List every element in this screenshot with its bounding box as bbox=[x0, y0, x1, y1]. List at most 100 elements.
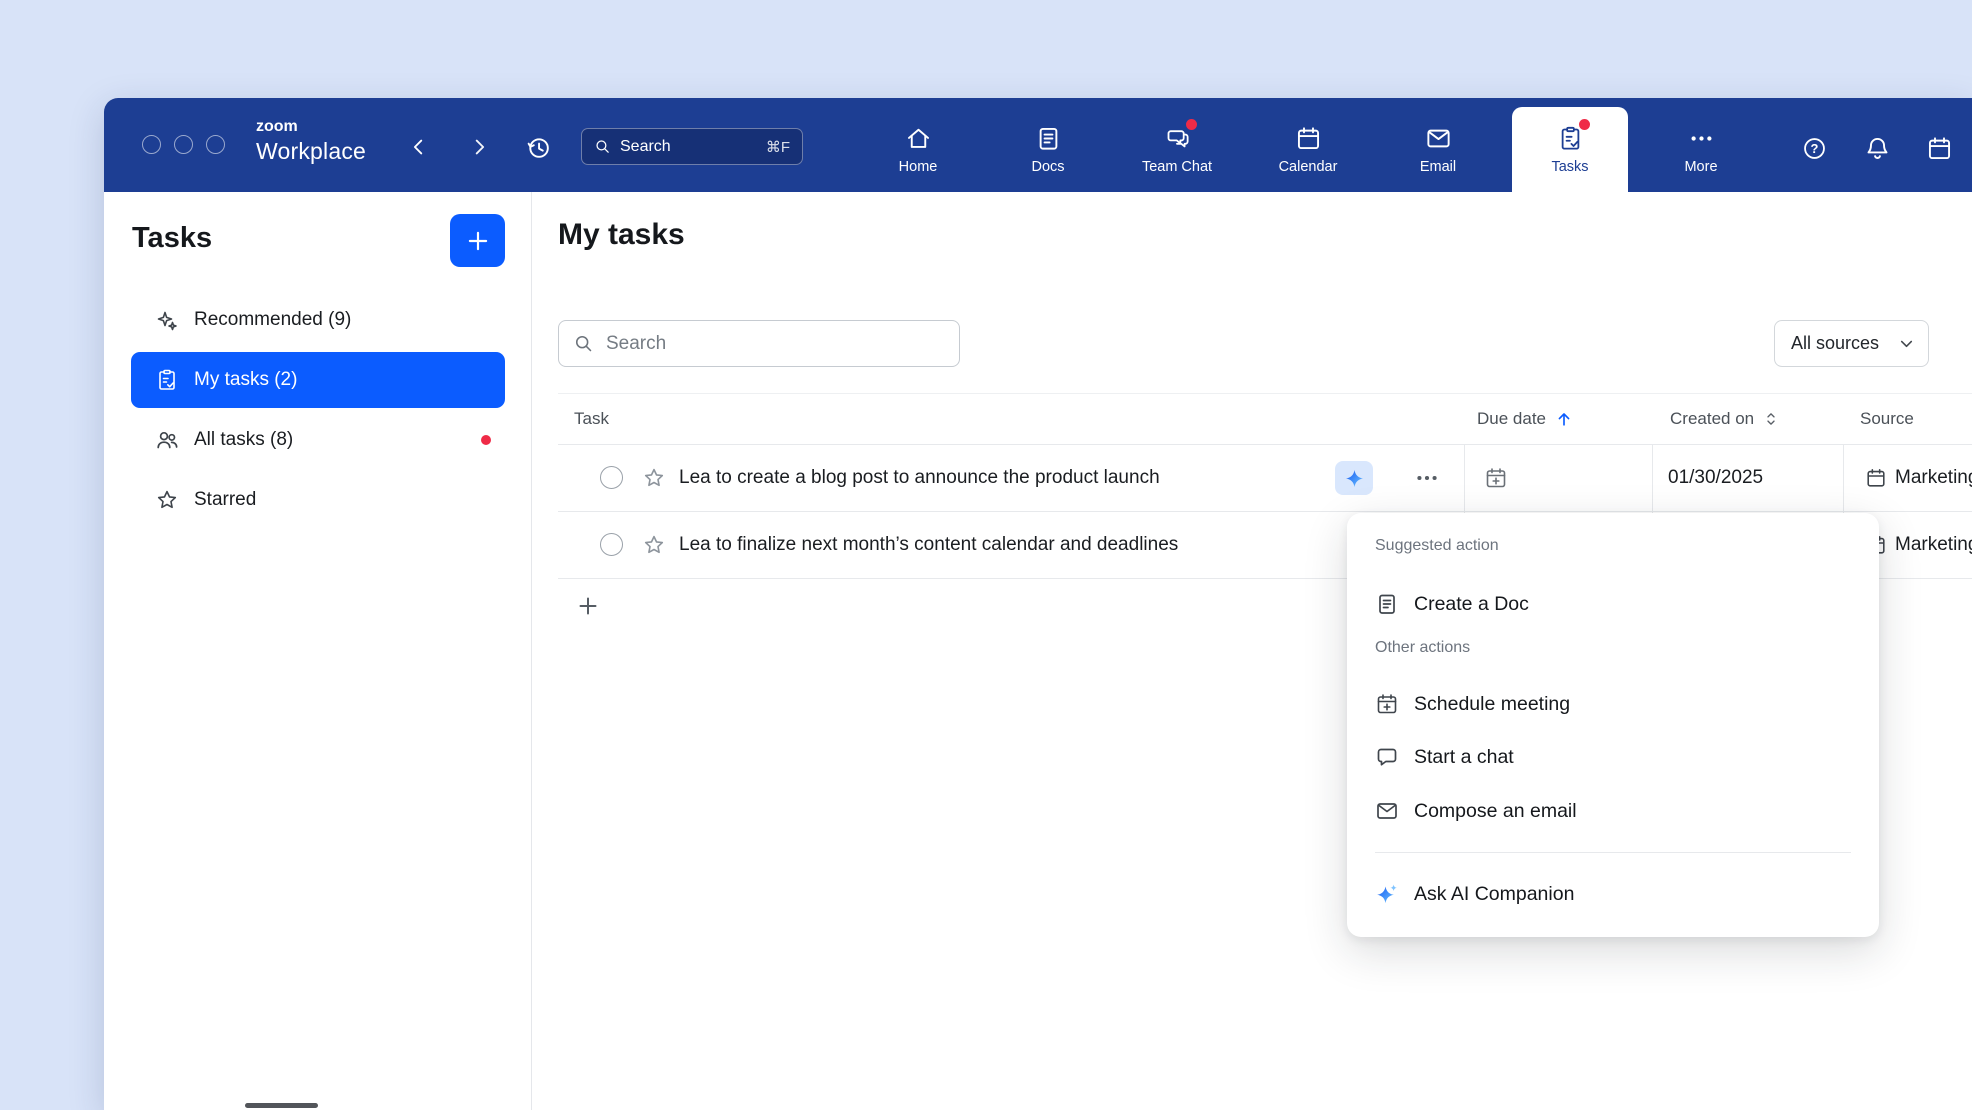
menu-item-start-chat[interactable]: Start a chat bbox=[1361, 732, 1865, 782]
sidebar-item-recommended[interactable]: Recommended (9) bbox=[131, 292, 505, 348]
menu-section-header: Suggested action bbox=[1375, 537, 1499, 555]
add-due-date-button[interactable] bbox=[1484, 466, 1508, 490]
search-icon bbox=[594, 138, 611, 155]
calendar-icon bbox=[1926, 135, 1953, 162]
sources-dropdown[interactable]: All sources bbox=[1774, 320, 1929, 367]
calendar-icon bbox=[1295, 125, 1322, 152]
menu-item-compose-email[interactable]: Compose an email bbox=[1361, 786, 1865, 836]
star-icon bbox=[642, 466, 666, 490]
forward-button[interactable] bbox=[464, 132, 494, 162]
nav-item-team-chat[interactable]: Team Chat bbox=[1119, 107, 1235, 192]
task-complete-checkbox[interactable] bbox=[600, 533, 623, 556]
column-divider bbox=[1652, 445, 1653, 511]
sidebar-item-all-tasks[interactable]: All tasks (8) bbox=[131, 412, 505, 468]
notification-dot bbox=[481, 435, 491, 445]
page-title: My tasks bbox=[558, 218, 685, 252]
star-icon bbox=[155, 488, 179, 512]
docs-icon bbox=[1035, 125, 1062, 152]
nav-item-email[interactable]: Email bbox=[1380, 107, 1496, 192]
chevron-right-icon bbox=[468, 136, 490, 158]
star-button[interactable] bbox=[642, 533, 666, 557]
tasks-icon bbox=[1557, 125, 1584, 152]
window-control-1[interactable] bbox=[142, 135, 161, 154]
task-row[interactable]: Lea to create a blog post to announce th… bbox=[558, 445, 1972, 512]
scrollbar-thumb[interactable] bbox=[245, 1103, 318, 1108]
back-button[interactable] bbox=[404, 132, 434, 162]
sort-icon[interactable] bbox=[1762, 410, 1780, 428]
table-header: Task Due date Created on Source bbox=[558, 393, 1972, 445]
sidebar-item-my-tasks[interactable]: My tasks (2) bbox=[131, 352, 505, 408]
app-window: zoom Workplace Search ⌘F Home Docs bbox=[104, 98, 1972, 1110]
calendar-button[interactable] bbox=[1924, 133, 1954, 163]
nav-item-tasks[interactable]: Tasks bbox=[1512, 107, 1628, 192]
main-content: My tasks All sources Task Due date Creat… bbox=[533, 192, 1972, 1110]
window-control-3[interactable] bbox=[206, 135, 225, 154]
ai-action-menu: Suggested action Create a Doc Other acti… bbox=[1347, 513, 1879, 937]
doc-icon bbox=[1375, 592, 1399, 616]
calendar-plus-icon bbox=[1484, 466, 1508, 490]
chat-bubble-icon bbox=[1375, 745, 1399, 769]
source-value: Marketing bbox=[1895, 534, 1972, 556]
tasks-sidebar: Tasks Recommended (9) My tasks (2) All t… bbox=[104, 192, 532, 1110]
people-icon bbox=[155, 428, 179, 452]
notifications-button[interactable] bbox=[1862, 133, 1892, 163]
calendar-plus-icon bbox=[1375, 692, 1399, 716]
top-navigation-bar: zoom Workplace Search ⌘F Home Docs bbox=[104, 98, 1972, 192]
star-icon bbox=[642, 533, 666, 557]
more-actions-button[interactable] bbox=[1414, 465, 1440, 491]
brand-workplace: Workplace bbox=[256, 140, 366, 163]
global-search-placeholder: Search bbox=[620, 138, 671, 156]
chevron-down-icon bbox=[1897, 334, 1916, 353]
help-button[interactable] bbox=[1799, 133, 1829, 163]
star-button[interactable] bbox=[642, 466, 666, 490]
column-due-date[interactable]: Due date bbox=[1477, 394, 1574, 444]
created-on-value: 01/30/2025 bbox=[1668, 467, 1763, 489]
ellipsis-icon bbox=[1414, 465, 1440, 491]
menu-item-ask-ai-companion[interactable]: Ask AI Companion bbox=[1361, 869, 1865, 919]
sparkles-icon bbox=[155, 308, 179, 332]
column-created-on[interactable]: Created on bbox=[1670, 394, 1780, 444]
window-control-2[interactable] bbox=[174, 135, 193, 154]
task-complete-checkbox[interactable] bbox=[600, 466, 623, 489]
ai-sparkle-icon bbox=[1344, 468, 1365, 489]
team-chat-icon bbox=[1164, 125, 1191, 152]
column-source: Source bbox=[1860, 394, 1914, 444]
task-list-check-icon bbox=[155, 368, 179, 392]
notification-dot bbox=[1579, 119, 1590, 130]
email-icon bbox=[1425, 125, 1452, 152]
search-icon bbox=[573, 333, 594, 354]
add-task-button[interactable] bbox=[450, 214, 505, 267]
calendar-icon bbox=[1865, 467, 1887, 489]
nav-item-home[interactable]: Home bbox=[860, 107, 976, 192]
search-shortcut: ⌘F bbox=[766, 138, 790, 156]
notification-dot bbox=[1186, 119, 1197, 130]
task-title: Lea to create a blog post to announce th… bbox=[679, 467, 1160, 489]
chevron-left-icon bbox=[408, 136, 430, 158]
sort-ascending-icon[interactable] bbox=[1554, 409, 1574, 429]
column-divider bbox=[1464, 445, 1465, 511]
nav-item-more[interactable]: More bbox=[1643, 107, 1759, 192]
history-button[interactable] bbox=[522, 131, 554, 163]
source-cell: Marketing bbox=[1865, 467, 1972, 489]
nav-item-calendar[interactable]: Calendar bbox=[1250, 107, 1366, 192]
envelope-icon bbox=[1375, 799, 1399, 823]
menu-item-create-doc[interactable]: Create a Doc bbox=[1361, 579, 1865, 629]
nav-item-docs[interactable]: Docs bbox=[990, 107, 1106, 192]
plus-icon bbox=[576, 594, 600, 618]
ai-companion-icon bbox=[1375, 882, 1399, 906]
task-search-input[interactable] bbox=[604, 332, 945, 356]
brand-zoom: zoom bbox=[256, 119, 366, 135]
menu-section-header: Other actions bbox=[1375, 639, 1470, 657]
menu-item-schedule-meeting[interactable]: Schedule meeting bbox=[1361, 679, 1865, 729]
source-cell: Marketing bbox=[1865, 534, 1972, 556]
ai-actions-button[interactable] bbox=[1335, 461, 1373, 495]
task-search[interactable] bbox=[558, 320, 960, 367]
bell-icon bbox=[1864, 135, 1891, 162]
column-divider bbox=[1843, 445, 1844, 511]
sidebar-title: Tasks bbox=[132, 222, 212, 255]
global-search[interactable]: Search ⌘F bbox=[581, 128, 803, 165]
add-task-row-button[interactable] bbox=[572, 591, 604, 623]
sidebar-item-starred[interactable]: Starred bbox=[131, 472, 505, 528]
zoom-workplace-logo: zoom Workplace bbox=[256, 119, 366, 163]
menu-divider bbox=[1375, 852, 1851, 853]
